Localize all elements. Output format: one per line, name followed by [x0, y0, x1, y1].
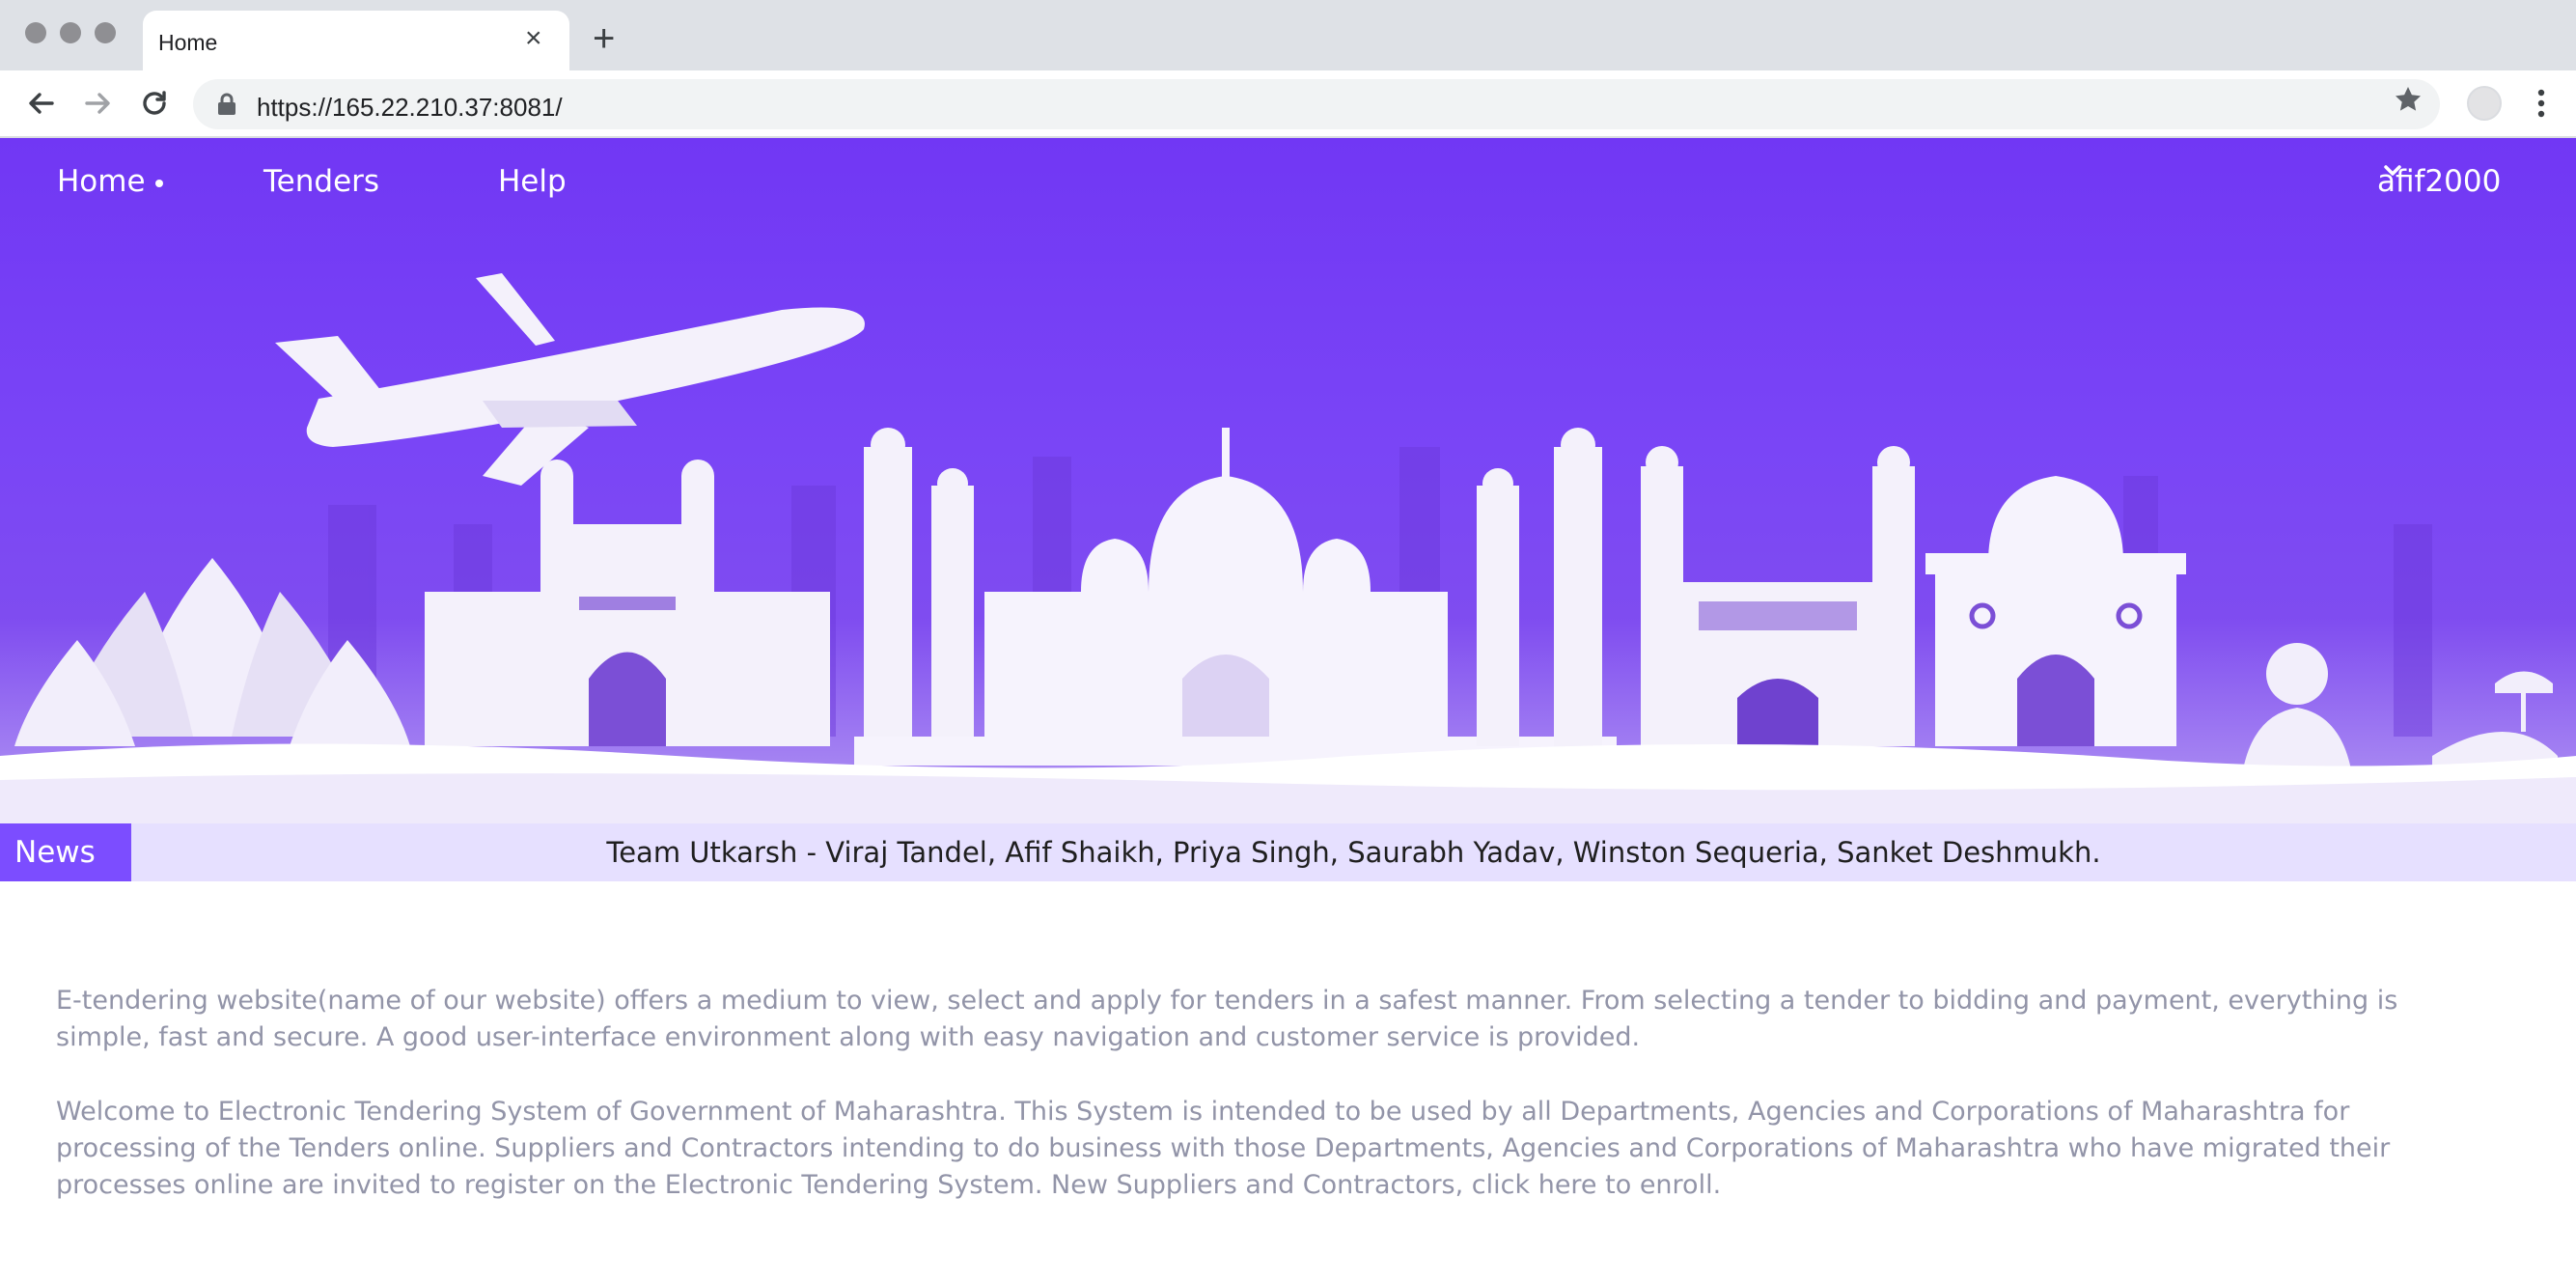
reload-icon[interactable] [135, 84, 174, 123]
intro-paragraph: E-tendering website(name of our website)… [56, 986, 2398, 1052]
browser-toolbar: https://165.22.210.37:8081/ [0, 70, 2576, 138]
profile-avatar[interactable] [2467, 86, 2502, 121]
window-maximize-dot[interactable] [95, 22, 116, 43]
active-indicator-dot [154, 179, 163, 187]
browser-tab-home[interactable]: Home × [143, 11, 569, 70]
browser-tab-strip: Home × + [0, 0, 2576, 70]
close-tab-icon[interactable]: × [525, 24, 542, 53]
web-page: Home Tenders Help afif2000 News Team Utk… [0, 138, 2576, 1282]
nav-tenders[interactable]: Tenders [263, 164, 379, 212]
news-label: News [0, 823, 131, 881]
lock-icon [218, 93, 235, 115]
hero-banner: Home Tenders Help afif2000 [0, 138, 2576, 823]
nav-help[interactable]: Help [498, 164, 567, 212]
forward-arrow-icon[interactable] [79, 84, 118, 123]
new-tab-icon[interactable]: + [593, 19, 615, 58]
nav-home[interactable]: Home [57, 164, 163, 212]
india-skyline-illustration [0, 273, 2576, 823]
chevron-down-icon [2384, 165, 2401, 176]
welcome-paragraph: Welcome to Electronic Tendering System o… [56, 1097, 2391, 1200]
charminar-icon [1641, 446, 1915, 746]
news-ticker: News Team Utkarsh - Viraj Tandel, Afif S… [0, 823, 2576, 881]
airplane-icon [275, 273, 865, 486]
window-close-dot[interactable] [25, 22, 46, 43]
back-arrow-icon[interactable] [21, 84, 60, 123]
more-menu-icon[interactable] [2529, 84, 2554, 123]
news-text: Team Utkarsh - Viraj Tandel, Afif Shaikh… [606, 836, 2101, 869]
user-menu[interactable]: afif2000 [2377, 164, 2501, 199]
nav-home-label: Home [57, 164, 146, 199]
window-minimize-dot[interactable] [60, 22, 81, 43]
url-text: https://165.22.210.37:8081/ [257, 93, 563, 122]
minaret-tower-icon [1477, 428, 1602, 746]
address-bar[interactable]: https://165.22.210.37:8081/ [193, 79, 2440, 129]
gateway-of-india-icon [425, 460, 830, 746]
minaret-tower-icon [864, 428, 974, 746]
tab-title: Home [158, 30, 218, 55]
bookmark-star-icon[interactable] [2389, 80, 2427, 119]
